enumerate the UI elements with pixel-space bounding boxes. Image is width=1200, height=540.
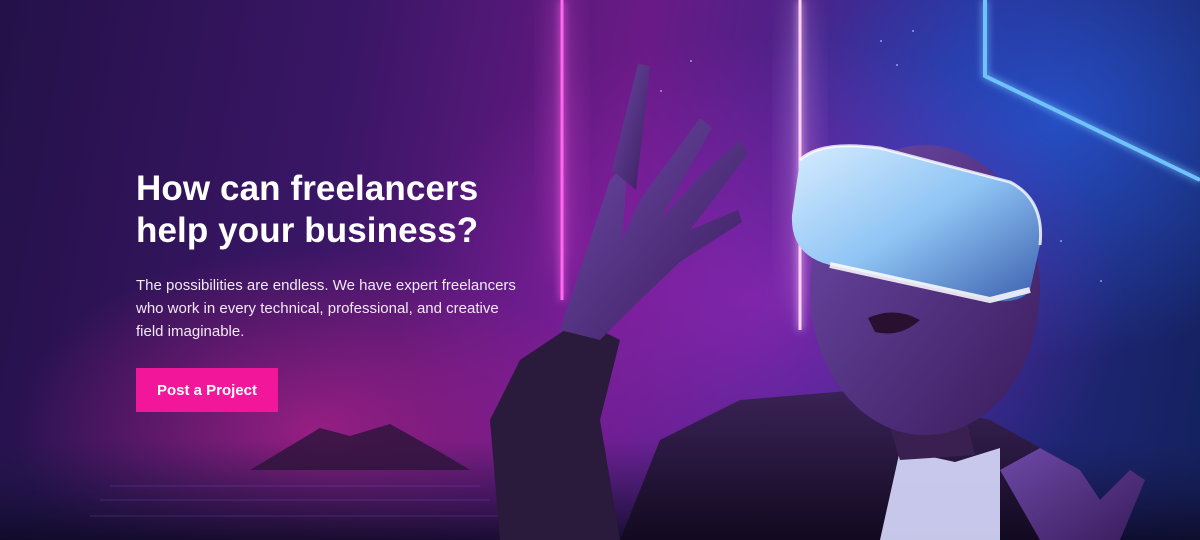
hero-copy: How can freelancers help your business? … xyxy=(136,168,526,343)
hero-description: The possibilities are endless. We have e… xyxy=(136,277,516,340)
headline-line-2: help your business? xyxy=(136,211,479,250)
hero-headline: How can freelancers help your business? xyxy=(136,168,526,252)
post-project-button[interactable]: Post a Project xyxy=(136,368,278,412)
headline-line-1: How can freelancers xyxy=(136,169,479,208)
hero-banner: How can freelancers help your business? … xyxy=(0,0,1200,540)
